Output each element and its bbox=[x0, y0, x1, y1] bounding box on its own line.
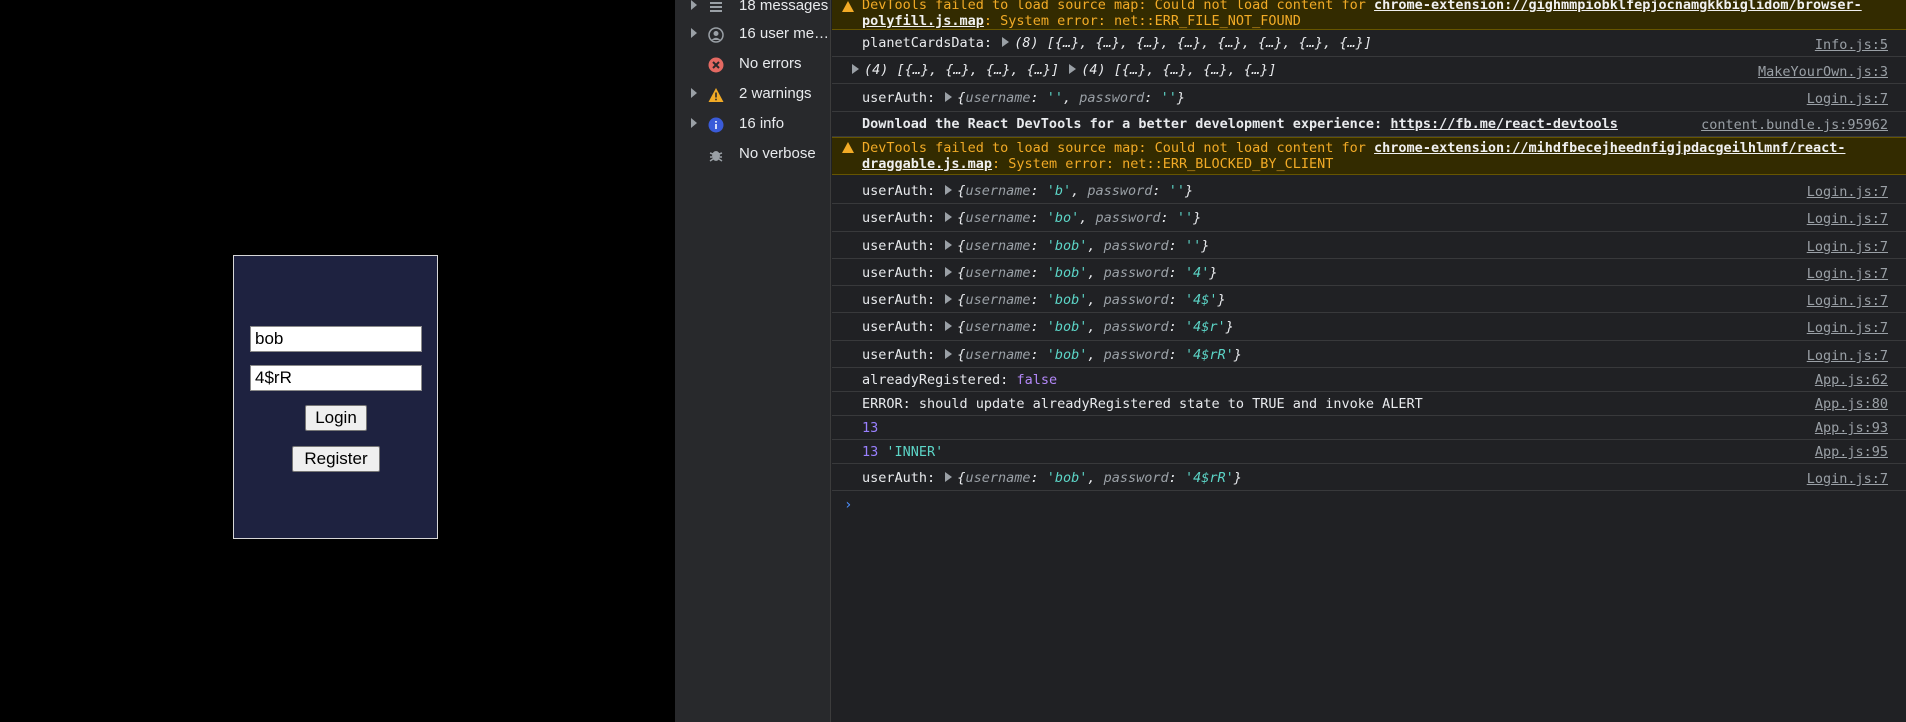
source-link[interactable]: App.js:93 bbox=[1815, 420, 1888, 436]
log-message: Download the React DevTools for a better… bbox=[862, 116, 1618, 132]
log-message: userAuth: {username: '', password: ''} bbox=[862, 90, 1185, 106]
source-link[interactable]: App.js:62 bbox=[1815, 372, 1888, 388]
sidebar-item-label: No verbose bbox=[739, 145, 816, 162]
log-message: ERROR: should update alreadyRegistered s… bbox=[862, 396, 1423, 412]
console-log-row: userAuth: {username: '', password: ''} L… bbox=[832, 84, 1906, 112]
expand-triangle-icon[interactable] bbox=[945, 185, 953, 195]
console-log-row: userAuth: {username: 'bob', password: '4… bbox=[832, 464, 1906, 491]
expand-arrow-icon[interactable] bbox=[691, 118, 697, 128]
source-link[interactable]: MakeYourOwn.js:3 bbox=[1758, 64, 1888, 80]
sidebar-item-info[interactable]: 16 info bbox=[675, 111, 830, 139]
login-button[interactable]: Login bbox=[305, 405, 367, 431]
console-log-row: (4) [{…}, {…}, {…}, {…}] (4) [{…}, {…}, … bbox=[832, 57, 1906, 84]
expand-triangle-icon[interactable] bbox=[852, 64, 859, 74]
warning-icon bbox=[842, 142, 854, 153]
expand-triangle-icon[interactable] bbox=[945, 92, 953, 102]
username-input[interactable] bbox=[250, 326, 422, 352]
console-log-row: userAuth: {username: 'b', password: ''} L… bbox=[832, 177, 1906, 204]
source-link[interactable]: App.js:95 bbox=[1815, 444, 1888, 460]
log-message: userAuth: {username: 'bob', password: '4… bbox=[862, 292, 1226, 308]
expand-triangle-icon[interactable] bbox=[945, 472, 953, 482]
console-log-row: userAuth: {username: 'bob', password: '4… bbox=[832, 313, 1906, 341]
expand-triangle-icon[interactable] bbox=[945, 240, 953, 250]
warning-icon bbox=[842, 1, 854, 12]
bug-icon bbox=[709, 151, 723, 162]
warning-icon bbox=[708, 88, 724, 102]
list-icon bbox=[710, 2, 722, 12]
console-log-row: planetCardsData: (8) [{…}, {…}, {…}, {…}… bbox=[832, 30, 1906, 57]
sidebar-item-label: 16 user me… bbox=[739, 25, 830, 42]
info-icon bbox=[708, 117, 724, 133]
sidebar-item-label: No errors bbox=[739, 55, 802, 72]
source-link[interactable]: App.js:80 bbox=[1815, 396, 1888, 412]
expand-triangle-icon[interactable] bbox=[945, 321, 953, 331]
console-warning-row: DevTools failed to load source map: Coul… bbox=[832, 137, 1906, 175]
login-card: Login Register bbox=[233, 255, 438, 539]
sidebar-item-warnings[interactable]: 2 warnings bbox=[675, 81, 830, 109]
source-link[interactable]: Info.js:5 bbox=[1815, 37, 1888, 53]
source-link[interactable]: Login.js:7 bbox=[1807, 239, 1888, 255]
console-log-row: userAuth: {username: 'bo', password: ''}… bbox=[832, 204, 1906, 232]
console-log-row: 13 'INNER' App.js:95 bbox=[832, 440, 1906, 464]
user-icon bbox=[708, 27, 724, 43]
warning-message: DevTools failed to load source map: Coul… bbox=[862, 0, 1872, 29]
console-log-row: userAuth: {username: 'bob', password: ''… bbox=[832, 232, 1906, 259]
console-sidebar: 18 messages 16 user me… No errors 2 warn… bbox=[675, 0, 831, 722]
expand-arrow-icon[interactable] bbox=[691, 88, 697, 98]
log-message: userAuth: {username: 'bob', password: '4… bbox=[862, 265, 1218, 281]
source-link[interactable]: Login.js:7 bbox=[1807, 184, 1888, 200]
source-link[interactable]: Login.js:7 bbox=[1807, 91, 1888, 107]
app-viewport: Login Register bbox=[0, 0, 675, 722]
sidebar-item-label: 16 info bbox=[739, 115, 785, 132]
console-log-row: userAuth: {username: 'bob', password: '4… bbox=[832, 341, 1906, 368]
expand-arrow-icon[interactable] bbox=[691, 0, 697, 10]
devtools-panel: 18 messages 16 user me… No errors 2 warn… bbox=[675, 0, 1906, 722]
sidebar-item-user-messages[interactable]: 16 user me… bbox=[675, 21, 830, 49]
log-message: 13 bbox=[862, 420, 879, 436]
expand-triangle-icon[interactable] bbox=[1069, 64, 1077, 74]
log-message: planetCardsData: (8) [{…}, {…}, {…}, {…}… bbox=[862, 35, 1372, 51]
console-log-row: userAuth: {username: 'bob', password: '4… bbox=[832, 286, 1906, 313]
sidebar-item-messages[interactable]: 18 messages bbox=[675, 0, 830, 21]
console-log-row: 13 App.js:93 bbox=[832, 416, 1906, 440]
log-message: userAuth: {username: 'bob', password: ''… bbox=[862, 238, 1210, 254]
console-log: DevTools failed to load source map: Coul… bbox=[832, 0, 1906, 722]
react-devtools-link[interactable]: https://fb.me/react-devtools bbox=[1390, 116, 1618, 132]
log-message: (4) [{…}, {…}, {…}, {…}] (4) [{…}, {…}, … bbox=[850, 62, 1276, 78]
sidebar-item-verbose[interactable]: No verbose bbox=[675, 141, 830, 169]
log-message: 13 'INNER' bbox=[862, 444, 944, 460]
expand-triangle-icon[interactable] bbox=[945, 267, 953, 277]
console-warning-row: DevTools failed to load source map: Coul… bbox=[832, 0, 1906, 30]
console-log-row: ERROR: should update alreadyRegistered s… bbox=[832, 392, 1906, 416]
sidebar-item-errors[interactable]: No errors bbox=[675, 51, 830, 79]
log-message: userAuth: {username: 'bo', password: ''} bbox=[862, 210, 1202, 226]
source-link[interactable]: Login.js:7 bbox=[1807, 211, 1888, 227]
source-link[interactable]: Login.js:7 bbox=[1807, 266, 1888, 282]
console-log-row: alreadyRegistered: false App.js:62 bbox=[832, 368, 1906, 392]
register-button[interactable]: Register bbox=[292, 446, 380, 472]
console-log-row: userAuth: {username: 'bob', password: '4… bbox=[832, 259, 1906, 286]
expand-triangle-icon[interactable] bbox=[945, 349, 953, 359]
expand-triangle-icon[interactable] bbox=[945, 294, 953, 304]
source-link[interactable]: content.bundle.js:95962 bbox=[1701, 117, 1888, 133]
expand-arrow-icon[interactable] bbox=[691, 28, 697, 38]
source-link[interactable]: Login.js:7 bbox=[1807, 320, 1888, 336]
log-message: userAuth: {username: 'bob', password: '4… bbox=[862, 470, 1242, 486]
error-icon bbox=[708, 57, 724, 73]
console-prompt[interactable]: › bbox=[844, 497, 852, 513]
source-link[interactable]: Login.js:7 bbox=[1807, 293, 1888, 309]
expand-triangle-icon[interactable] bbox=[1002, 37, 1010, 47]
sidebar-item-label: 2 warnings bbox=[739, 85, 812, 102]
warning-message: DevTools failed to load source map: Coul… bbox=[862, 140, 1846, 172]
log-message: alreadyRegistered: false bbox=[862, 372, 1058, 388]
sidebar-item-label: 18 messages bbox=[739, 0, 829, 14]
log-message: userAuth: {username: 'bob', password: '4… bbox=[862, 319, 1234, 335]
log-message: userAuth: {username: 'bob', password: '4… bbox=[862, 347, 1242, 363]
expand-triangle-icon[interactable] bbox=[945, 212, 953, 222]
log-message: userAuth: {username: 'b', password: ''} bbox=[862, 183, 1194, 199]
password-input[interactable] bbox=[250, 365, 422, 391]
console-log-row: Download the React DevTools for a better… bbox=[832, 112, 1906, 137]
source-link[interactable]: Login.js:7 bbox=[1807, 348, 1888, 364]
source-link[interactable]: Login.js:7 bbox=[1807, 471, 1888, 487]
